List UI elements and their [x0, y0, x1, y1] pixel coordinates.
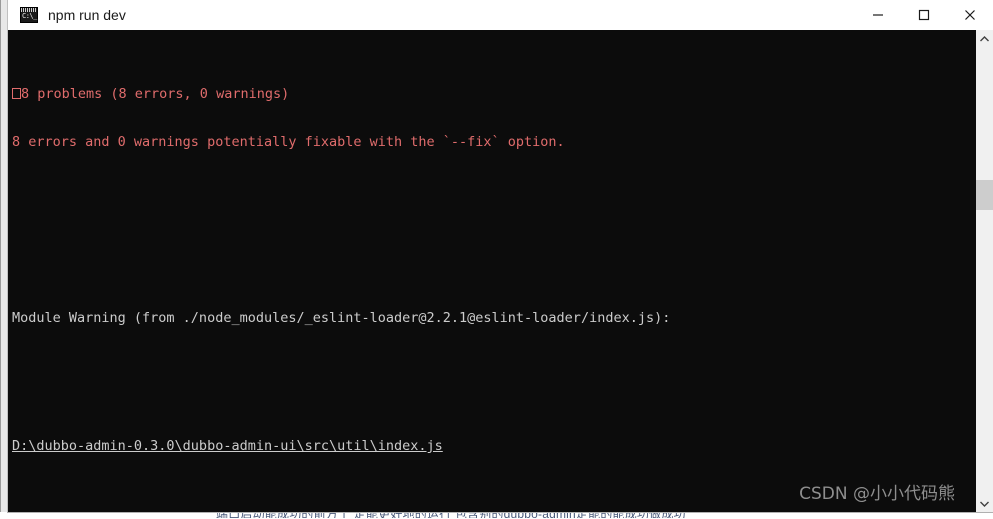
scrollbar-thumb[interactable] — [976, 180, 993, 210]
chevron-down-icon[interactable] — [976, 495, 993, 512]
console-body: 8 problems (8 errors, 0 warnings) 8 erro… — [8, 30, 993, 512]
window-left-edge — [0, 0, 8, 512]
console-scrollbar[interactable] — [975, 30, 993, 512]
summary-top-problems: 8 problems (8 errors, 0 warnings) — [12, 86, 975, 102]
console-window: C:\_ npm run dev 8 problems (8 errors, 0… — [8, 0, 993, 512]
window-controls — [855, 0, 993, 30]
summary-top-fixable-text: 8 errors and 0 warnings potentially fixa… — [12, 134, 565, 150]
close-button[interactable] — [947, 0, 993, 30]
error-bullet-icon — [12, 88, 21, 99]
module-warning-line: Module Warning (from ./node_modules/_esl… — [12, 310, 975, 326]
file-path-link[interactable]: D:\dubbo-admin-0.3.0\dubbo-admin-ui\src\… — [12, 438, 443, 454]
title-bar[interactable]: C:\_ npm run dev — [8, 0, 993, 30]
window-title: npm run dev — [48, 7, 126, 23]
summary-top-problems-text: 8 problems (8 errors, 0 warnings) — [21, 86, 290, 102]
module-warning-text: Module Warning (from ./node_modules/_esl… — [12, 310, 671, 326]
minimize-button[interactable] — [855, 0, 901, 30]
maximize-button[interactable] — [901, 0, 947, 30]
console-output[interactable]: 8 problems (8 errors, 0 warnings) 8 erro… — [8, 30, 975, 512]
summary-top-fixable: 8 errors and 0 warnings potentially fixa… — [12, 134, 975, 150]
console-icon: C:\_ — [20, 7, 38, 23]
console-icon-glyph: C:\_ — [22, 12, 37, 20]
file-path-line[interactable]: D:\dubbo-admin-0.3.0\dubbo-admin-ui\src\… — [12, 438, 975, 454]
error-list: 26:7error'doc' is never reassigned. Use … — [12, 502, 975, 512]
chevron-up-icon[interactable] — [976, 30, 993, 47]
